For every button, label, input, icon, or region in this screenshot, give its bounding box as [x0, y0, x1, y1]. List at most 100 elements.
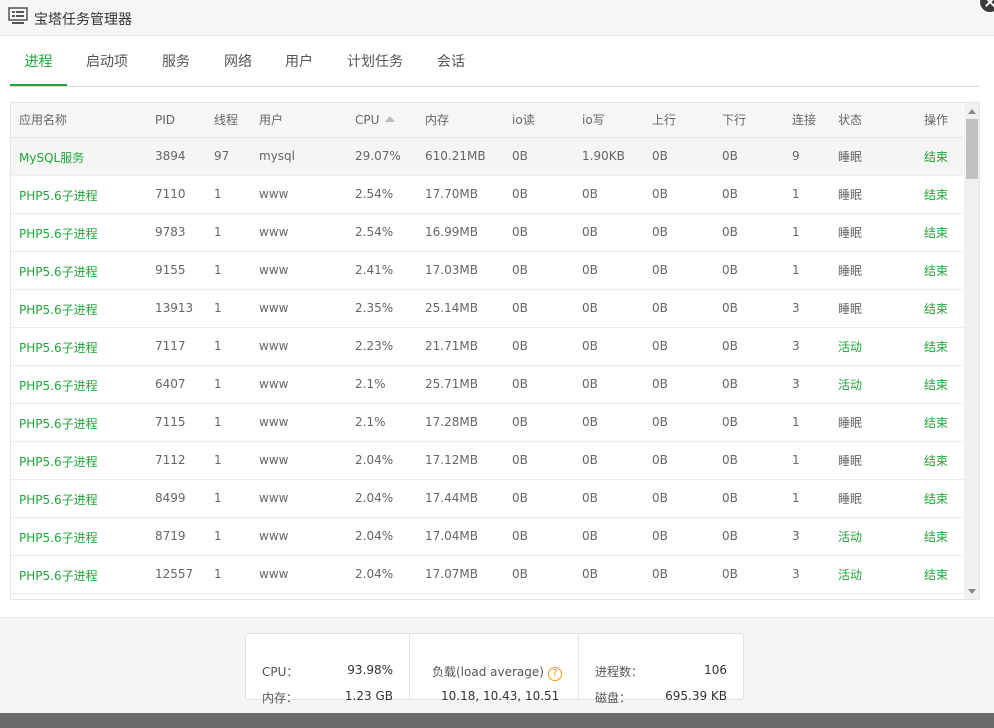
cell-io-write: 0B — [574, 441, 644, 480]
scroll-down-icon[interactable] — [968, 589, 976, 594]
cell-name: PHP5.6子进程 — [11, 555, 147, 594]
table-row[interactable]: PHP5.6子进程 7117 1 www 2.23% 21.71MB 0B 0B 0B 0B 3 活动… — [11, 327, 963, 366]
cell-status: 睡眠 — [830, 403, 916, 442]
cell-download: 0B — [714, 479, 784, 518]
col-header-user[interactable]: 用户 — [251, 103, 347, 138]
process-count-label: 进程数： — [595, 665, 644, 679]
cell-cpu: 2.04% — [347, 441, 417, 480]
cell-upload: 0B — [644, 403, 714, 442]
cell-upload: 0B — [644, 137, 714, 176]
table-row[interactable]: PHP5.6子进程 8499 1 www 2.04% 17.44MB 0B 0B 0B 0B 1 睡眠… — [11, 479, 963, 518]
tab-startup[interactable]: 启动项 — [82, 44, 132, 86]
cell-io-read: 0B — [504, 137, 574, 176]
table-row[interactable]: PHP5.6子进程 7110 1 www 2.54% 17.70MB 0B 0B 0B 0B 1 睡眠… — [11, 175, 963, 214]
table-row[interactable]: PHP5.6子进程 9155 1 www 2.41% 17.03MB 0B 0B 0B 0B 1 睡眠… — [11, 251, 963, 290]
cell-cpu: 2.04% — [347, 479, 417, 518]
tab-services[interactable]: 服务 — [158, 44, 194, 86]
end-process-button[interactable]: 结束 — [916, 175, 963, 214]
col-header-io-read[interactable]: io读 — [504, 103, 574, 138]
cell-connections: 3 — [784, 327, 830, 366]
cell-status: 活动 — [830, 365, 916, 404]
cell-name: PHP5.6子进程 — [11, 289, 147, 328]
footer: CPU： 93.98% 内存： 1.23 GB 负载(load average)… — [0, 617, 994, 713]
cell-memory: 16.99MB — [417, 213, 504, 252]
cell-upload: 0B — [644, 517, 714, 556]
end-process-button[interactable]: 结束 — [916, 137, 963, 176]
cell-status: 活动 — [830, 555, 916, 594]
tab-network[interactable]: 网络 — [220, 44, 256, 86]
cell-io-write: 0B — [574, 517, 644, 556]
col-header-threads[interactable]: 线程 — [206, 103, 251, 138]
stats-load: 负载(load average)? 10.18, 10.43, 10.51 — [410, 634, 579, 703]
end-process-button[interactable]: 结束 — [916, 289, 963, 328]
table-row[interactable]: PHP5.6子进程 9783 1 www 2.54% 16.99MB 0B 0B 0B 0B 1 睡眠… — [11, 213, 963, 252]
cell-user: www — [251, 327, 347, 366]
table-row[interactable]: PHP5.6子进程 6407 1 www 2.1% 25.71MB 0B 0B 0B 0B 3 活动结… — [11, 365, 963, 404]
cell-io-read: 0B — [504, 479, 574, 518]
cell-threads: 97 — [206, 137, 251, 176]
table-row[interactable]: PHP5.6子进程 8719 1 www 2.04% 17.04MB 0B 0B 0B 0B 3 活动… — [11, 517, 963, 556]
col-header-connections[interactable]: 连接 — [784, 103, 830, 138]
cell-status: 睡眠 — [830, 175, 916, 214]
end-process-button[interactable]: 结束 — [916, 479, 963, 518]
load-value: 10.18, 10.43, 10.51 — [441, 689, 560, 703]
load-label-wrap: 负载(load average)? — [432, 663, 562, 681]
col-header-io-write[interactable]: io写 — [574, 103, 644, 138]
cell-cpu: 2.23% — [347, 327, 417, 366]
tab-processes[interactable]: 进程 — [10, 44, 67, 86]
cell-connections: 1 — [784, 441, 830, 480]
vertical-scrollbar[interactable] — [964, 103, 979, 599]
close-icon[interactable] — [978, 0, 994, 14]
memory-value: 1.23 GB — [344, 689, 393, 703]
end-process-button[interactable]: 结束 — [916, 251, 963, 290]
system-stats-panel: CPU： 93.98% 内存： 1.23 GB 负载(load average)… — [245, 633, 744, 705]
cell-connections: 9 — [784, 137, 830, 176]
col-header-cpu-label: CPU — [355, 112, 380, 127]
col-header-name[interactable]: 应用名称 — [11, 103, 147, 138]
tab-scheduled-tasks[interactable]: 计划任务 — [343, 44, 407, 86]
cell-io-write: 0B — [574, 403, 644, 442]
cell-memory: 610.21MB — [417, 137, 504, 176]
tab-sessions[interactable]: 会话 — [433, 44, 469, 86]
end-process-button[interactable]: 结束 — [916, 517, 963, 556]
col-header-pid[interactable]: PID — [147, 103, 206, 138]
end-process-button[interactable]: 结束 — [916, 365, 963, 404]
cell-io-read: 0B — [504, 365, 574, 404]
cell-io-write: 0B — [574, 555, 644, 594]
col-header-download[interactable]: 下行 — [714, 103, 784, 138]
scroll-up-icon[interactable] — [968, 109, 976, 114]
end-process-button[interactable]: 结束 — [916, 403, 963, 442]
table-row[interactable]: PHP5.6子进程 7112 1 www 2.04% 17.12MB 0B 0B 0B 0B 1 睡眠… — [11, 441, 963, 480]
cell-io-write: 1.90KB — [574, 137, 644, 176]
cpu-value: 93.98% — [347, 663, 393, 677]
end-process-button[interactable]: 结束 — [916, 327, 963, 366]
cell-io-write: 0B — [574, 479, 644, 518]
table-row[interactable]: MySQL服务 3894 97 mysql 29.07% 610.21MB 0B 1.90KB… — [11, 137, 963, 176]
end-process-button[interactable]: 结束 — [916, 213, 963, 252]
scroll-thumb[interactable] — [966, 119, 978, 179]
cell-name: PHP5.6子进程 — [11, 365, 147, 404]
cell-user: www — [251, 403, 347, 442]
tab-users[interactable]: 用户 — [281, 44, 317, 86]
col-header-upload[interactable]: 上行 — [644, 103, 714, 138]
cell-upload: 0B — [644, 213, 714, 252]
table-row[interactable]: PHP5.6子进程 7115 1 www 2.1% 17.28MB 0B 0B 0B 0B 1 睡眠结… — [11, 403, 963, 442]
task-manager-dialog: 宝塔任务管理器 进程 启动项 服务 网络 用户 计划任务 会话 应用名称 PID… — [0, 0, 994, 713]
cell-user: www — [251, 555, 347, 594]
end-process-button[interactable]: 结束 — [916, 441, 963, 480]
end-process-button[interactable]: 结束 — [916, 555, 963, 594]
table-row[interactable]: PHP5.6子进程 12557 1 www 2.04% 17.07MB 0B 0B 0B 0B 3 活… — [11, 555, 963, 594]
table-row[interactable]: PHP5.6子进程 13913 1 www 2.35% 25.14MB 0B 0B 0B 0B 3 睡… — [11, 289, 963, 328]
col-header-cpu[interactable]: CPU — [347, 103, 417, 138]
cell-user: www — [251, 175, 347, 214]
cell-name: PHP5.6子进程 — [11, 517, 147, 556]
cell-upload: 0B — [644, 479, 714, 518]
help-icon[interactable]: ? — [547, 667, 562, 681]
col-header-memory[interactable]: 内存 — [417, 103, 504, 138]
col-header-action: 操作 — [916, 103, 963, 138]
cell-cpu: 2.04% — [347, 517, 417, 556]
cell-io-read: 0B — [504, 441, 574, 480]
background-page-strip — [0, 713, 994, 728]
cell-threads: 1 — [206, 175, 251, 214]
cell-connections: 3 — [784, 289, 830, 328]
